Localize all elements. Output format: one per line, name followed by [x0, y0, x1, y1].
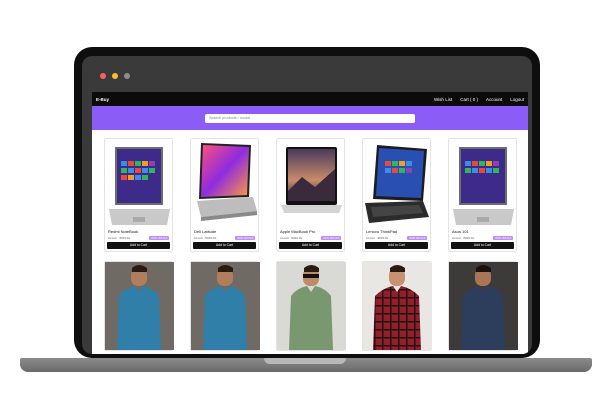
product-image: [363, 139, 430, 227]
add-to-cart-button[interactable]: Add to Cart: [365, 242, 428, 249]
product-info: Apple MacBook Pro Amount : 99000 Rs. VIE…: [277, 227, 344, 241]
view-details-badge[interactable]: VIEW DETAILS: [235, 236, 255, 240]
nav-wishlist[interactable]: Wish List: [434, 97, 452, 102]
brand-logo[interactable]: E-Buy: [96, 97, 109, 102]
add-to-cart-button[interactable]: Add to Cart: [451, 242, 514, 249]
view-details-badge[interactable]: VIEW DETAILS: [321, 236, 341, 240]
nav-links: Wish List Cart ( 0 ) Account Logout: [434, 97, 524, 102]
product-info: Lenovo ThinkPad Amount : 48000 Rs. VIEW …: [363, 227, 430, 241]
search-input[interactable]: Search products / model: [205, 113, 415, 123]
product-image: [449, 262, 518, 350]
product-card[interactable]: [276, 261, 346, 351]
add-to-cart-button[interactable]: Add to Cart: [107, 242, 170, 249]
product-image: [363, 262, 432, 350]
view-details-badge[interactable]: VIEW DETAILS: [149, 236, 169, 240]
product-card[interactable]: [448, 261, 518, 351]
nav-logout[interactable]: Logout: [510, 97, 524, 102]
product-image: [277, 262, 346, 350]
product-grid: Redmi NoteBook Amount : 45000 Rs. VIEW D…: [92, 130, 528, 351]
product-card[interactable]: Redmi NoteBook Amount : 45000 Rs. VIEW D…: [104, 138, 173, 252]
product-card[interactable]: [362, 261, 432, 351]
product-meta: Amount : 48000 Rs. VIEW DETAILS: [366, 235, 427, 241]
product-price: Amount : 55000 Rs.: [194, 236, 217, 240]
top-nav: E-Buy Wish List Cart ( 0 ) Account Logou…: [92, 92, 528, 106]
product-card[interactable]: [190, 261, 260, 351]
product-price: Amount : 35000 Rs.: [452, 236, 475, 240]
search-banner: Search products / model: [92, 106, 528, 130]
view-details-badge[interactable]: VIEW DETAILS: [493, 236, 513, 240]
nav-account[interactable]: Account: [486, 97, 502, 102]
product-info: Redmi NoteBook Amount : 45000 Rs. VIEW D…: [105, 227, 172, 241]
product-image: [449, 139, 516, 227]
product-image: [191, 262, 260, 350]
add-to-cart-button[interactable]: Add to Cart: [193, 242, 256, 249]
product-image: [191, 139, 258, 227]
product-price: Amount : 48000 Rs.: [366, 236, 389, 240]
product-card[interactable]: [104, 261, 174, 351]
product-meta: Amount : 45000 Rs. VIEW DETAILS: [108, 235, 169, 241]
laptop-screen: E-Buy Wish List Cart ( 0 ) Account Logou…: [82, 56, 532, 354]
product-card[interactable]: Apple MacBook Pro Amount : 99000 Rs. VIE…: [276, 138, 345, 252]
laptop-notch: [264, 358, 346, 364]
minimize-dot-icon[interactable]: [112, 73, 118, 79]
add-to-cart-button[interactable]: Add to Cart: [279, 242, 342, 249]
product-card[interactable]: Asus 101 Amount : 35000 Rs. VIEW DETAILS…: [448, 138, 517, 252]
product-info: Asus 101 Amount : 35000 Rs. VIEW DETAILS: [449, 227, 516, 241]
product-image: [277, 139, 344, 227]
product-price: Amount : 99000 Rs.: [280, 236, 303, 240]
product-meta: Amount : 35000 Rs. VIEW DETAILS: [452, 235, 513, 241]
product-image: [105, 139, 172, 227]
product-image: [105, 262, 174, 350]
webpage: E-Buy Wish List Cart ( 0 ) Account Logou…: [92, 92, 528, 354]
close-dot-icon[interactable]: [100, 73, 106, 79]
maximize-dot-icon[interactable]: [124, 73, 130, 79]
product-meta: Amount : 99000 Rs. VIEW DETAILS: [280, 235, 341, 241]
stage: E-Buy Wish List Cart ( 0 ) Account Logou…: [0, 0, 612, 408]
nav-cart[interactable]: Cart ( 0 ): [460, 97, 478, 102]
product-info: Dell Latitude Amount : 55000 Rs. VIEW DE…: [191, 227, 258, 241]
product-price: Amount : 45000 Rs.: [108, 236, 131, 240]
product-card[interactable]: Dell Latitude Amount : 55000 Rs. VIEW DE…: [190, 138, 259, 252]
view-details-badge[interactable]: VIEW DETAILS: [407, 236, 427, 240]
product-meta: Amount : 55000 Rs. VIEW DETAILS: [194, 235, 255, 241]
window-controls: [100, 73, 130, 79]
product-card[interactable]: Lenovo ThinkPad Amount : 48000 Rs. VIEW …: [362, 138, 431, 252]
